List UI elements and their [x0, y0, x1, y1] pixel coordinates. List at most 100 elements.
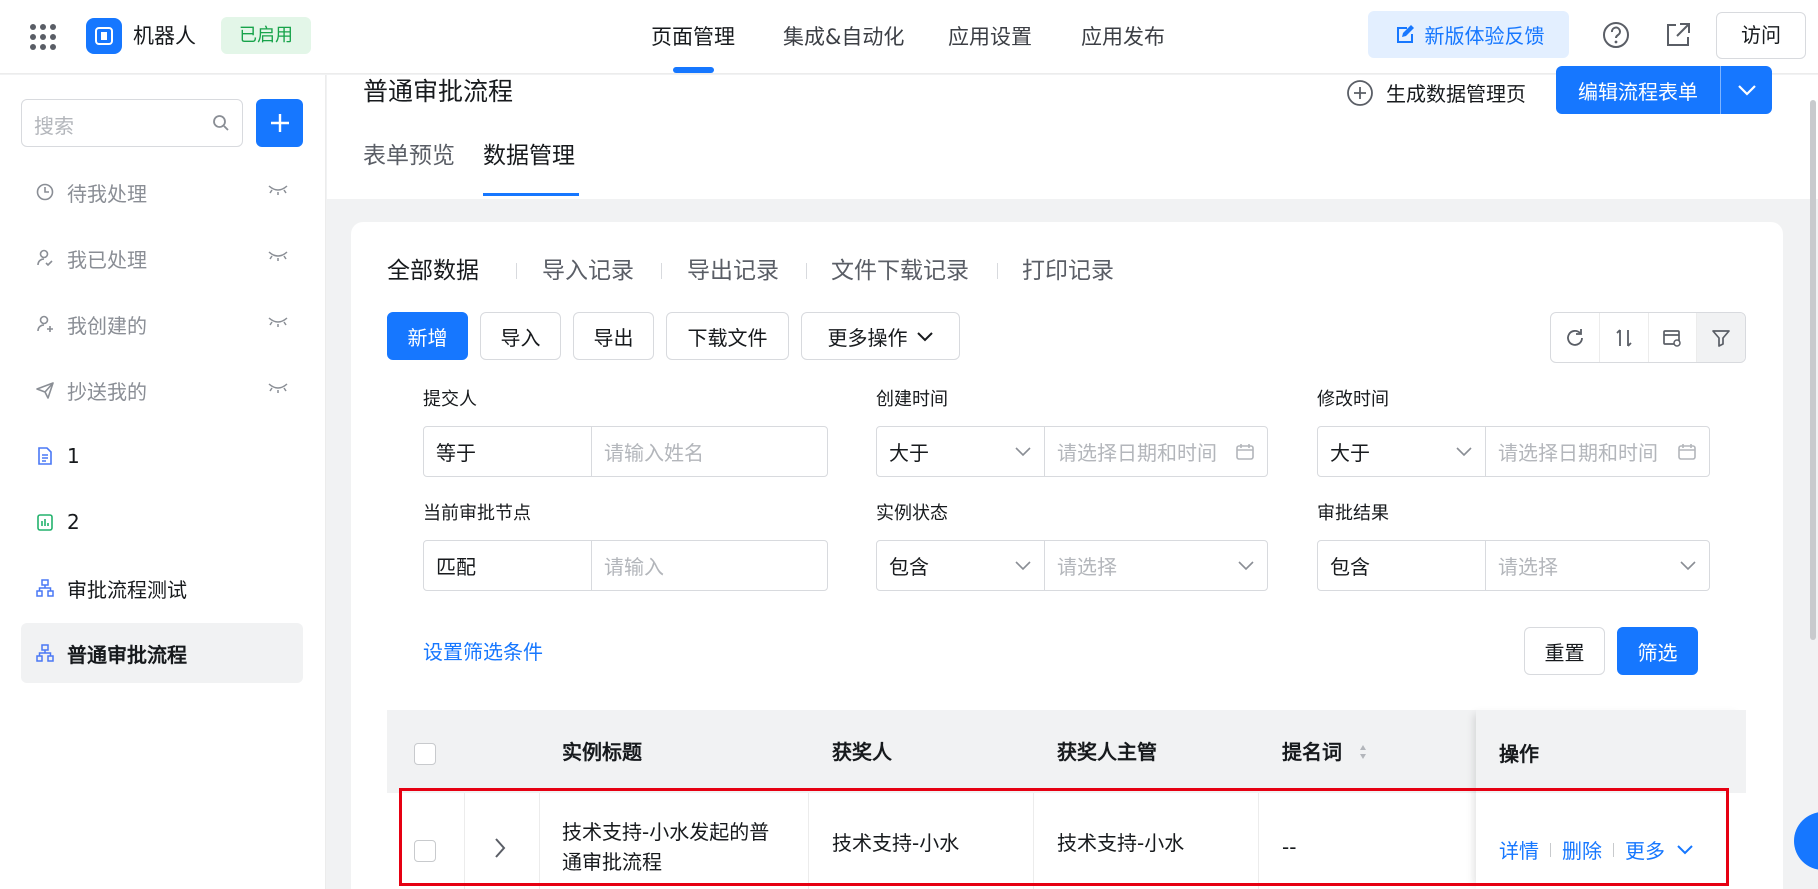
column-header-nomination[interactable]: 提名词 [1282, 738, 1342, 766]
search-input[interactable]: 搜索 [21, 99, 243, 147]
nav-app-publish[interactable]: 应用发布 [1081, 22, 1165, 52]
tab-form-preview[interactable]: 表单预览 [363, 139, 455, 173]
sidebar-item-done[interactable]: 我已处理 [21, 228, 303, 288]
filter-operator-select[interactable]: 匹配 [424, 541, 592, 590]
edit-icon [1396, 24, 1414, 43]
reset-button[interactable]: 重置 [1524, 627, 1605, 675]
download-file-button[interactable]: 下载文件 [666, 312, 789, 360]
status-badge: 已启用 [221, 17, 311, 54]
column-header-manager: 获奖人主管 [1057, 740, 1157, 764]
feedback-button[interactable]: 新版体验反馈 [1368, 11, 1569, 58]
placeholder: 请选择 [1057, 555, 1117, 579]
eye-closed-icon[interactable] [267, 184, 289, 196]
eye-closed-icon[interactable] [267, 250, 289, 262]
filter-operator-select[interactable]: 大于 [1318, 427, 1486, 476]
assistant-float-button[interactable] [1794, 812, 1818, 870]
tab-data-management[interactable]: 数据管理 [483, 139, 575, 173]
tab-active-indicator [483, 193, 579, 196]
placeholder: 请选择日期和时间 [1057, 441, 1217, 465]
approval-result-select[interactable]: 请选择 [1486, 541, 1709, 590]
sidebar-item-flow-test[interactable]: 审批流程测试 [21, 558, 303, 618]
operator-value: 匹配 [436, 555, 476, 579]
add-page-button[interactable] [256, 99, 303, 147]
sidebar-item-page-1[interactable]: 1 [21, 426, 303, 486]
filter-operator-select[interactable]: 包含 [877, 541, 1045, 590]
sort-button[interactable] [1600, 313, 1649, 362]
column-settings-button[interactable] [1649, 313, 1698, 362]
subtab-import-records[interactable]: 导入记录 [542, 254, 634, 288]
set-filter-conditions-link[interactable]: 设置筛选条件 [423, 636, 543, 665]
nav-integration[interactable]: 集成&自动化 [783, 22, 904, 52]
filter-approval-result: 包含 请选择 [1317, 540, 1710, 591]
import-button[interactable]: 导入 [480, 312, 561, 360]
table-toolbar [1550, 312, 1746, 363]
instance-status-select[interactable]: 请选择 [1045, 541, 1267, 590]
help-icon[interactable] [1601, 20, 1631, 50]
edit-dropdown-toggle[interactable] [1721, 84, 1772, 96]
sidebar-item-normal-flow[interactable]: 普通审批流程 [21, 623, 303, 683]
filter-operator-select[interactable]: 等于 [424, 427, 592, 476]
visit-button[interactable]: 访问 [1716, 12, 1806, 59]
eye-closed-icon[interactable] [267, 316, 289, 328]
subtab-print-records[interactable]: 打印记录 [1022, 254, 1114, 288]
operator-value: 等于 [436, 441, 476, 465]
sort-caret-icon[interactable] [1358, 742, 1368, 762]
nav-app-settings[interactable]: 应用设置 [948, 22, 1032, 52]
search-icon [213, 115, 229, 131]
filter-toggle-button[interactable] [1697, 313, 1745, 362]
scrollbar[interactable] [1810, 100, 1816, 640]
sidebar-item-label: 我已处理 [67, 247, 147, 272]
calendar-icon [1236, 443, 1254, 460]
document-icon [38, 447, 52, 465]
more-actions-button[interactable]: 更多操作 [801, 312, 960, 360]
submitter-input[interactable]: 请输入姓名 [592, 427, 827, 476]
filter-created-time: 大于 请选择日期和时间 [876, 426, 1268, 477]
filter-label-approval-result: 审批结果 [1317, 503, 1389, 524]
filter-operator-select[interactable]: 大于 [877, 427, 1045, 476]
sidebar-item-label: 我创建的 [67, 313, 147, 338]
subtab-download-records[interactable]: 文件下载记录 [831, 254, 969, 288]
edit-flow-form-button[interactable]: 编辑流程表单 [1556, 66, 1772, 114]
sidebar-item-todo[interactable]: 待我处理 [21, 162, 303, 222]
operator-value: 包含 [889, 555, 929, 579]
placeholder: 请选择日期和时间 [1498, 441, 1658, 465]
generate-label: 生成数据管理页 [1386, 82, 1526, 106]
app-logo [86, 18, 122, 54]
sidebar-item-label: 1 [67, 444, 80, 468]
add-button[interactable]: 新增 [387, 312, 468, 360]
chevron-down-icon [1238, 561, 1254, 571]
app-grid-icon[interactable] [30, 24, 56, 50]
sidebar-item-cc[interactable]: 抄送我的 [21, 360, 303, 420]
subtab-all-data[interactable]: 全部数据 [387, 254, 479, 288]
filter-button[interactable]: 筛选 [1617, 627, 1698, 675]
nav-page-management[interactable]: 页面管理 [651, 22, 735, 52]
created-time-picker[interactable]: 请选择日期和时间 [1045, 427, 1267, 476]
divider [661, 263, 662, 279]
operator-value: 大于 [1330, 441, 1370, 465]
refresh-button[interactable] [1551, 313, 1600, 362]
filter-label-submitter: 提交人 [423, 389, 477, 410]
select-all-checkbox[interactable] [414, 743, 436, 765]
filter-label-modified-time: 修改时间 [1317, 389, 1389, 410]
generate-data-page-button[interactable]: 生成数据管理页 [1346, 78, 1526, 107]
modified-time-picker[interactable]: 请选择日期和时间 [1486, 427, 1709, 476]
refresh-icon [1566, 328, 1583, 346]
flow-icon [36, 644, 54, 662]
sidebar-item-created[interactable]: 我创建的 [21, 294, 303, 354]
subtab-export-records[interactable]: 导出记录 [687, 254, 779, 288]
filter-operator-select[interactable]: 包含 [1318, 541, 1486, 590]
external-link-icon[interactable] [1663, 20, 1693, 50]
sidebar-item-label: 待我处理 [67, 181, 147, 206]
edit-label: 编辑流程表单 [1578, 79, 1698, 104]
eye-closed-icon[interactable] [267, 382, 289, 394]
sidebar-item-page-2[interactable]: 2 [21, 492, 303, 552]
current-node-input[interactable]: 请输入 [592, 541, 827, 590]
placeholder: 请选择 [1498, 555, 1558, 579]
export-button[interactable]: 导出 [573, 312, 654, 360]
operator-value: 包含 [1330, 555, 1370, 579]
sort-icon [1615, 328, 1632, 347]
chevron-down-icon [1737, 85, 1756, 96]
filter-label-created-time: 创建时间 [876, 389, 948, 410]
plus-icon [270, 114, 289, 132]
page-title: 普通审批流程 [363, 77, 514, 106]
